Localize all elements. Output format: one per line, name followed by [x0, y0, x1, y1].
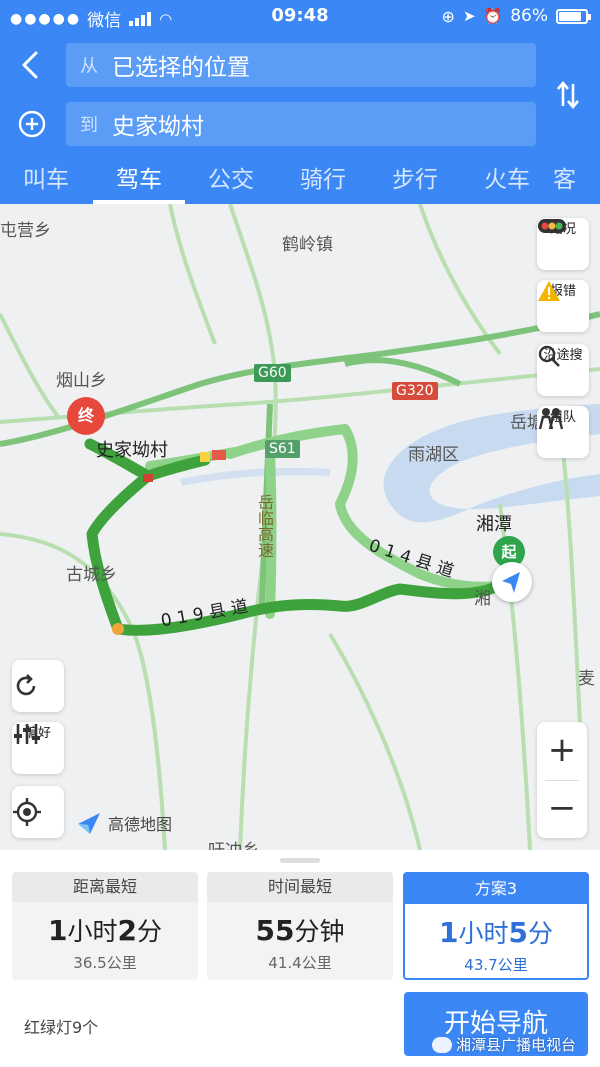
- team-button[interactable]: 组队: [537, 406, 589, 458]
- traffic-lights-count: 红绿灯9个: [24, 1018, 99, 1037]
- place-label: 湘潭: [476, 514, 512, 535]
- traffic-button[interactable]: 路况: [537, 218, 589, 270]
- current-location-icon: [492, 562, 532, 602]
- place-label: 湘: [474, 589, 491, 609]
- traffic-yellow-marker: [200, 452, 210, 462]
- tab-walk[interactable]: 步行: [369, 160, 461, 194]
- location-arrow-icon: ➤: [462, 7, 476, 25]
- map-view[interactable]: 屯营乡 鹤岭镇 烟山乡 史家坳村 雨湖区 湘潭 古城乡 岳塘 麦 湘 吁冲乡 河…: [0, 204, 600, 850]
- route-option-header: 方案3: [405, 874, 587, 904]
- status-bar: ●●●●● 微信 ◠ 09:48 ⊕ ➤ ⏰ 86%: [0, 0, 600, 32]
- origin-value: 已选择的位置: [112, 55, 250, 81]
- tab-drive[interactable]: 驾车: [93, 160, 185, 194]
- road-badge: G320: [392, 382, 438, 400]
- river-branch: [180, 467, 330, 486]
- refresh-button[interactable]: [12, 660, 64, 712]
- place-label: 雨湖区: [408, 445, 459, 465]
- tab-bus[interactable]: 公交: [185, 160, 277, 194]
- locate-button[interactable]: [12, 786, 64, 838]
- traffic-slow-marker: [112, 623, 124, 635]
- route-option-header: 距离最短: [12, 872, 198, 902]
- end-pin[interactable]: 终: [67, 397, 105, 435]
- traffic-red-marker-2: [143, 474, 153, 482]
- panel-grabber[interactable]: [280, 858, 320, 863]
- swap-arrows-icon[interactable]: [556, 80, 580, 116]
- route-options-panel: 距离最短 1小时2分 36.5公里 时间最短 55分钟 41.4公里 方案3 1…: [0, 850, 600, 1067]
- route-distance: 41.4公里: [268, 954, 332, 972]
- back-chevron-icon[interactable]: [18, 50, 42, 86]
- traffic-red-marker: [212, 450, 226, 460]
- preference-button[interactable]: 偏好: [12, 722, 64, 774]
- place-label: 吁冲乡: [208, 836, 259, 850]
- destination-field[interactable]: 到 史家坳村: [66, 102, 536, 146]
- origin-field[interactable]: 从 已选择的位置: [66, 43, 536, 87]
- alarm-icon: ⏰: [483, 7, 503, 25]
- amap-logo-text: 高德地图: [108, 815, 173, 834]
- place-label: 古城乡: [66, 565, 117, 585]
- road-label: 岳临高速: [255, 494, 274, 558]
- transport-mode-tabs: 叫车 驾车 公交 骑行 步行 火车 客: [0, 152, 600, 204]
- route-distance: 36.5公里: [73, 954, 137, 972]
- amap-logo: 高德地图: [76, 810, 172, 836]
- battery-percent: 86%: [510, 6, 548, 26]
- place-label: 屯营乡: [0, 221, 51, 241]
- route-duration: 1小时5分: [439, 916, 553, 949]
- route-distance: 43.7公里: [464, 956, 528, 974]
- road-badge: G60: [254, 364, 291, 382]
- route-duration: 55分钟: [255, 914, 345, 947]
- report-error-button[interactable]: 报错: [537, 280, 589, 332]
- zoom-out-button[interactable]: −: [537, 780, 587, 838]
- route-option-fastest[interactable]: 时间最短 55分钟 41.4公里: [207, 872, 393, 980]
- destination-value: 史家坳村: [112, 114, 204, 140]
- wechat-icon: [432, 1036, 452, 1053]
- place-label: 麦: [578, 669, 595, 689]
- route-option-header: 时间最短: [207, 872, 393, 902]
- along-route-search-button[interactable]: 沿途搜: [537, 344, 589, 396]
- rotation-lock-icon: ⊕: [441, 6, 455, 26]
- tab-train[interactable]: 火车: [461, 160, 553, 194]
- add-waypoint-icon[interactable]: [18, 110, 46, 144]
- route-option-shortest[interactable]: 距离最短 1小时2分 36.5公里: [12, 872, 198, 980]
- zoom-control: + −: [537, 722, 587, 838]
- road-badge: S61: [265, 440, 300, 458]
- battery-icon: [556, 8, 591, 24]
- tab-taxi[interactable]: 叫车: [0, 160, 92, 194]
- tab-coach[interactable]: 客: [553, 160, 600, 194]
- origin-prefix: 从: [80, 56, 98, 77]
- tab-bike[interactable]: 骑行: [277, 160, 369, 194]
- destination-label: 史家坳村: [96, 440, 168, 461]
- route-header: ●●●●● 微信 ◠ 09:48 ⊕ ➤ ⏰ 86% 从 已选择的位置 到 史家…: [0, 0, 600, 204]
- route-duration: 1小时2分: [48, 914, 162, 947]
- place-label: 鹤岭镇: [282, 235, 333, 255]
- watermark: 湘潭县广播电视台: [432, 1034, 576, 1055]
- destination-prefix: 到: [80, 115, 98, 136]
- place-label: 烟山乡: [56, 371, 107, 391]
- route-option-plan3[interactable]: 方案3 1小时5分 43.7公里: [403, 872, 589, 980]
- zoom-in-button[interactable]: +: [537, 722, 587, 780]
- amap-logo-icon: [76, 810, 102, 836]
